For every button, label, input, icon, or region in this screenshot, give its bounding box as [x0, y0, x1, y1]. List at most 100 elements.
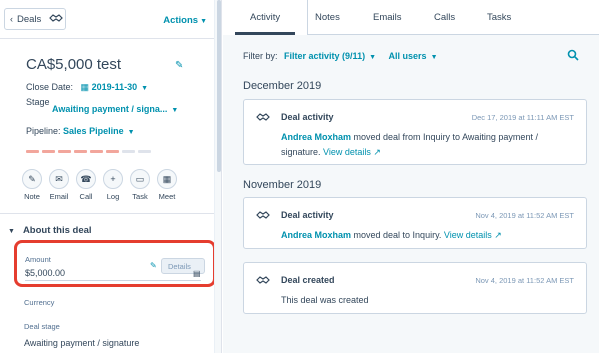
- caret-down-icon: ▼: [430, 54, 438, 61]
- stage-dropdown[interactable]: Awaiting payment / signa... ▼: [52, 104, 178, 114]
- pipeline-row: Pipeline: Sales Pipeline ▼: [26, 126, 135, 136]
- card-date: Nov 4, 2019 at 11:52 AM EST: [475, 276, 574, 285]
- activity-buttons: ✎ Note ✉ Email ☎ Call + Log ▭ Task ▦ Mee…: [22, 169, 177, 201]
- record-sidebar: ‹ Deals Actions ▼ CA$5,000 test ✎ Close D…: [0, 0, 222, 353]
- month-header: November 2019: [243, 179, 322, 191]
- email-label: Email: [49, 192, 69, 201]
- all-users-dropdown[interactable]: All users: [389, 51, 427, 61]
- filter-label: Filter by:: [243, 51, 278, 61]
- task-button[interactable]: ▭ Task: [130, 169, 150, 201]
- search-icon[interactable]: [567, 49, 579, 64]
- call-label: Call: [79, 192, 93, 201]
- log-button[interactable]: + Log: [103, 169, 123, 201]
- card-body: Andrea Moxham moved deal to Inquiry. Vie…: [281, 228, 566, 243]
- caret-down-icon: ▼: [200, 18, 207, 25]
- about-section-title: About this deal: [22, 225, 92, 236]
- card-date: Dec 17, 2019 at 11:11 AM EST: [471, 113, 574, 122]
- tab-bar: Activity Notes Emails Calls Tasks: [223, 0, 599, 35]
- details-label: Details: [168, 261, 191, 271]
- stage-label: Stage: [26, 97, 50, 107]
- month-header: December 2019: [243, 80, 322, 92]
- progress-segment: [90, 150, 103, 153]
- calendar-icon: ▦: [80, 82, 90, 92]
- deal-title: CA$5,000 test: [26, 56, 122, 73]
- meet-button[interactable]: ▦ Meet: [157, 169, 177, 201]
- card-title[interactable]: Deal activity: [281, 112, 334, 122]
- handshake-icon: [256, 112, 270, 125]
- actions-dropdown[interactable]: Actions ▼: [163, 15, 207, 26]
- progress-segment: [74, 150, 87, 153]
- pipeline-label: Pipeline:: [26, 126, 61, 136]
- pipeline-value[interactable]: Sales Pipeline: [63, 126, 124, 136]
- amount-label: Amount: [25, 255, 51, 264]
- divider: [0, 213, 221, 214]
- stage-value: Awaiting payment / signa...: [52, 104, 168, 114]
- edit-amount-icon[interactable]: ✎: [150, 261, 157, 270]
- activity-pane: Activity Notes Emails Calls Tasks Filter…: [223, 0, 599, 353]
- card-body: Andrea Moxham moved deal from Inquiry to…: [281, 130, 566, 160]
- card-text: This deal was created: [281, 295, 369, 305]
- note-button[interactable]: ✎ Note: [22, 169, 42, 201]
- actor-link[interactable]: Andrea Moxham: [281, 132, 351, 142]
- filter-bar: Filter by: Filter activity (9/11) ▼ All u…: [243, 51, 438, 61]
- about-section-toggle[interactable]: ▼ About this deal: [8, 225, 92, 236]
- back-to-deals-button[interactable]: ‹ Deals: [4, 8, 66, 30]
- actions-label: Actions: [163, 15, 199, 26]
- progress-segment: [58, 150, 71, 153]
- edit-title-icon[interactable]: ✎: [175, 60, 183, 71]
- tab-activity[interactable]: Activity: [250, 12, 280, 23]
- call-button[interactable]: ☎ Call: [76, 169, 96, 201]
- view-details-link[interactable]: View details: [323, 147, 371, 157]
- divider: [0, 38, 221, 39]
- active-tab-indicator: [235, 32, 295, 35]
- card-title[interactable]: Deal activity: [281, 210, 334, 220]
- view-details-link[interactable]: View details: [444, 230, 492, 240]
- card-date: Nov 4, 2019 at 11:52 AM EST: [475, 211, 574, 220]
- handshake-icon: [256, 275, 270, 288]
- call-icon: ☎: [76, 169, 96, 189]
- caret-down-icon: ▼: [369, 54, 377, 61]
- stage-progress-bar: [26, 150, 151, 153]
- chevron-left-icon: ‹: [10, 14, 13, 24]
- tab-emails[interactable]: Emails: [373, 12, 402, 23]
- progress-segment: [42, 150, 55, 153]
- progress-segment: [122, 150, 135, 153]
- sidebar-scrollbar[interactable]: [214, 0, 221, 353]
- task-icon: ▭: [130, 169, 150, 189]
- note-icon: ✎: [22, 169, 42, 189]
- actor-link[interactable]: Andrea Moxham: [281, 230, 351, 240]
- close-date-label: Close Date:: [26, 82, 74, 92]
- deal-stage-value[interactable]: Awaiting payment / signature: [24, 338, 139, 348]
- external-link-icon: ↗: [373, 147, 381, 157]
- details-icon: ▤: [193, 269, 201, 278]
- handshake-icon: [49, 13, 64, 26]
- deal-stage-label: Deal stage: [24, 322, 60, 331]
- tab-tasks[interactable]: Tasks: [487, 12, 511, 23]
- amount-property[interactable]: Amount $5,000.00 ✎ Details ▤: [14, 240, 216, 287]
- timeline-card: Deal created Nov 4, 2019 at 11:52 AM EST…: [243, 262, 587, 314]
- tab-calls[interactable]: Calls: [434, 12, 455, 23]
- filter-activity-dropdown[interactable]: Filter activity (9/11): [284, 51, 365, 61]
- log-label: Log: [106, 192, 120, 201]
- close-date-value[interactable]: 2019-11-30: [92, 82, 138, 92]
- note-label: Note: [24, 192, 40, 201]
- log-icon: +: [103, 169, 123, 189]
- external-link-icon: ↗: [494, 230, 502, 240]
- scroll-thumb[interactable]: [217, 0, 221, 172]
- progress-segment: [106, 150, 119, 153]
- currency-label: Currency: [24, 298, 55, 307]
- task-label: Task: [132, 192, 148, 201]
- meet-label: Meet: [158, 192, 176, 201]
- card-title[interactable]: Deal created: [281, 275, 335, 285]
- handshake-icon: [256, 210, 270, 223]
- caret-down-icon: ▼: [141, 85, 149, 92]
- email-button[interactable]: ✉ Email: [49, 169, 69, 201]
- progress-segment: [138, 150, 151, 153]
- chevron-down-icon: ▼: [8, 228, 15, 235]
- amount-value[interactable]: $5,000.00: [25, 268, 65, 278]
- tab-notes[interactable]: Notes: [315, 12, 340, 23]
- progress-segment: [26, 150, 39, 153]
- caret-down-icon: ▼: [171, 107, 179, 114]
- meet-icon: ▦: [157, 169, 177, 189]
- timeline-card: Deal activity Nov 4, 2019 at 11:52 AM ES…: [243, 197, 587, 249]
